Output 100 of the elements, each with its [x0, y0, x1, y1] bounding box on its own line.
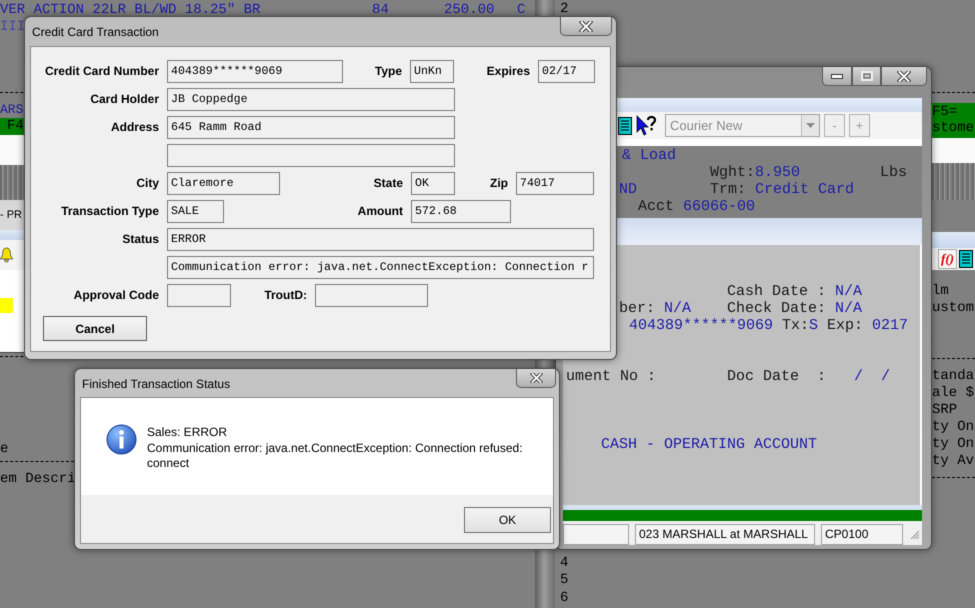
text-field[interactable]	[167, 284, 231, 306]
screen-text: stome	[932, 120, 975, 136]
terminal-text: Doc Date :	[727, 368, 826, 385]
screen-text: ustom	[932, 300, 975, 317]
field-label: Card Holder	[90, 92, 159, 106]
screen-text: ale $	[932, 385, 975, 402]
list-icon[interactable]	[959, 250, 973, 268]
screen-text: ty On	[932, 436, 975, 453]
screen-text: ty On	[932, 419, 975, 436]
terminal-text: Credit Card	[755, 181, 854, 198]
window-title: Finished Transaction Status	[81, 376, 230, 391]
field-label: Credit Card Number	[44, 64, 159, 78]
field-label: Address	[110, 120, 159, 134]
field-label: Status	[122, 232, 159, 246]
screen-text: ty Av	[932, 453, 975, 470]
screen-text: ARS	[0, 102, 24, 117]
text-field[interactable]: ERROR	[167, 228, 594, 250]
terminal-text: Trm:	[710, 181, 746, 198]
panel-background	[932, 138, 975, 163]
close-icon	[530, 373, 542, 383]
text-field[interactable]: 572.68	[411, 200, 511, 222]
field-label: TroutD:	[264, 288, 307, 302]
maximize-icon	[860, 71, 872, 81]
close-button[interactable]	[516, 369, 556, 388]
window-title: Credit Card Transaction	[31, 24, 159, 39]
function-button[interactable]: f()	[938, 249, 957, 269]
terminal-text: CASH - OPERATING ACCOUNT	[601, 436, 818, 453]
textured-panel	[932, 163, 975, 200]
text-field[interactable]: UnKn	[410, 60, 454, 82]
terminal-text: Tx:	[782, 317, 810, 334]
close-icon	[579, 20, 593, 32]
message-text: Sales: ERROR	[147, 425, 228, 440]
cancel-button[interactable]: Cancel	[43, 316, 147, 341]
text-field[interactable]	[315, 284, 428, 306]
text-field[interactable]: 404389******9069	[167, 60, 343, 82]
terminal-text: & Load	[622, 147, 676, 164]
line-number: 5	[560, 572, 570, 590]
screen-text: F5=	[932, 104, 958, 120]
terminal-text: 0217	[872, 317, 908, 334]
text-field[interactable]: SALE	[167, 200, 224, 222]
terminal-text: 8.950	[755, 164, 800, 181]
close-button[interactable]	[881, 67, 927, 86]
field-label: Transaction Type	[61, 204, 159, 218]
text-field[interactable]: OK	[411, 172, 455, 194]
terminal-text: ument No :	[566, 368, 656, 385]
help-pointer-icon[interactable]	[636, 114, 656, 136]
line-number: 6	[560, 590, 570, 607]
screen-text: SRP	[932, 402, 958, 419]
maximize-button[interactable]	[852, 67, 881, 86]
list-text: 250.00	[444, 2, 494, 19]
text-field[interactable]: 02/17	[538, 60, 595, 82]
terminal-text: N/A	[664, 300, 692, 317]
close-icon	[897, 70, 911, 82]
screen-text: em Descri	[0, 471, 76, 487]
text-field[interactable]: 645 Ramm Road	[167, 116, 455, 138]
window-title: - PR	[0, 209, 22, 221]
terminal-text: ND	[619, 181, 638, 198]
text-field[interactable]: 74017	[516, 172, 594, 194]
field-label: Expires	[486, 64, 530, 78]
field-label: Approval Code	[74, 288, 159, 302]
minimize-icon	[831, 74, 843, 78]
ok-button[interactable]: OK	[464, 507, 551, 533]
terminal-text: N/A	[835, 300, 862, 317]
list-text: 84	[372, 2, 389, 19]
close-button[interactable]	[560, 17, 612, 36]
text-field[interactable]: Communication error: java.net.ConnectException: Connection r	[167, 256, 594, 278]
bell-icon[interactable]	[0, 247, 13, 263]
terminal-text: Check Date:	[727, 300, 826, 317]
caret-icon	[806, 123, 815, 128]
text-field[interactable]: Claremore	[167, 172, 280, 194]
line-number: 4	[560, 554, 570, 572]
text-field[interactable]: JB Coppedge	[167, 88, 455, 110]
screen-text: e	[0, 441, 10, 458]
terminal-text: Cash Date :	[727, 283, 826, 300]
field-label: Amount	[358, 204, 403, 218]
indicator-block	[0, 298, 13, 313]
terminal-text: / /	[854, 368, 890, 385]
list-icon[interactable]	[618, 116, 632, 134]
terminal-text: N/A	[835, 283, 862, 300]
status-field: CP0100	[821, 524, 903, 545]
info-icon	[106, 424, 137, 455]
status-field: 023 MARSHALL at MARSHALL	[635, 524, 815, 545]
field-label: Type	[374, 64, 402, 78]
field-label: Zip	[490, 176, 508, 190]
menu-strip	[932, 232, 975, 248]
list-text: III	[0, 19, 26, 35]
terminal-text: Wght:	[710, 164, 756, 181]
message-text: Communication error: java.net.ConnectException: Connection refused:	[147, 440, 523, 456]
list-text: VER ACTION 22LR BL/WD 18.25" BR	[0, 2, 260, 19]
terminal-text: S	[809, 317, 818, 334]
message-text: connect	[147, 456, 190, 472]
terminal-text: 404389******9069	[629, 317, 774, 334]
terminal-text: ber:	[619, 300, 656, 317]
terminal-text: Acct	[638, 198, 674, 215]
minimize-button[interactable]	[822, 67, 852, 86]
terminal-text: 66066-00	[683, 198, 756, 215]
text-field[interactable]	[167, 144, 455, 166]
size-grip-icon[interactable]	[910, 530, 920, 540]
screen-text: tanda	[932, 368, 975, 385]
line-number: 2	[560, 1, 570, 18]
